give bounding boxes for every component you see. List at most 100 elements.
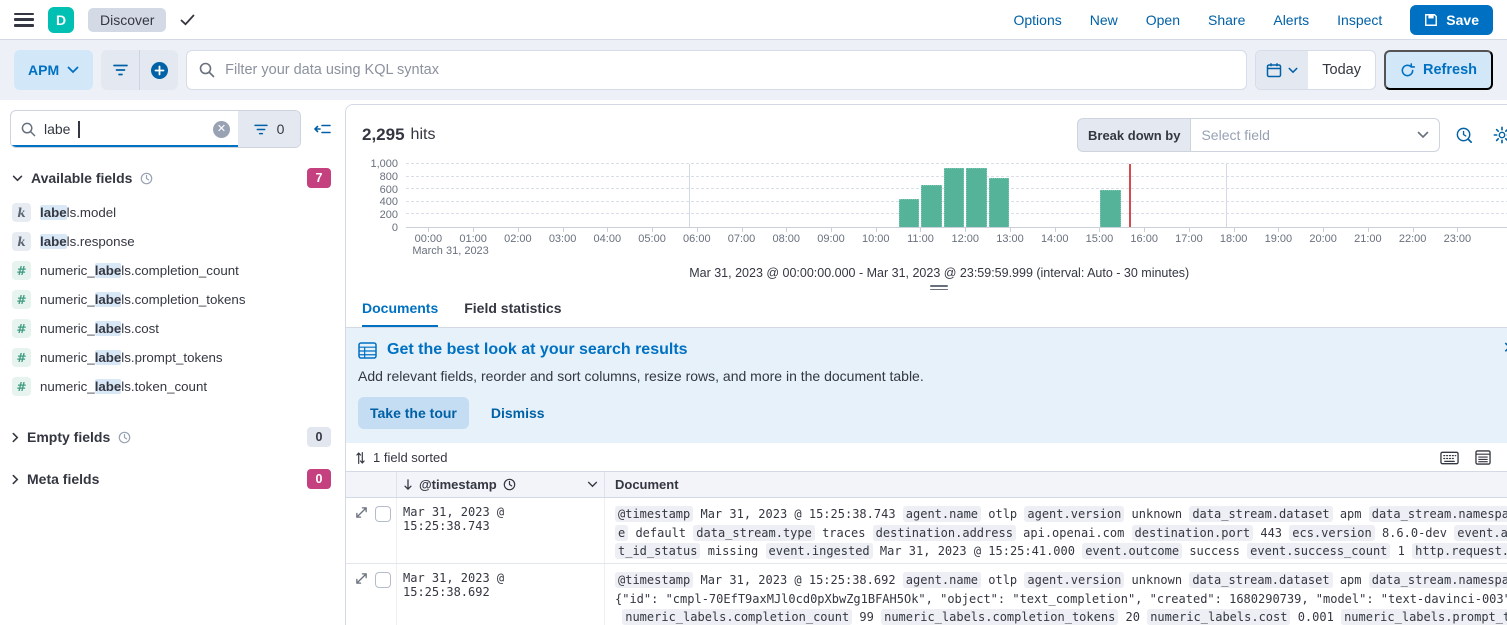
x-tick-label: 12:00 bbox=[951, 233, 979, 245]
clear-search-icon[interactable]: ✕ bbox=[213, 121, 230, 138]
keyword-field-icon: k bbox=[12, 203, 31, 222]
x-tick-label: 08:00 bbox=[773, 233, 801, 245]
field-name: labels.response bbox=[40, 234, 135, 249]
field-name: numeric_labels.prompt_tokens bbox=[40, 350, 223, 365]
nav-link-share[interactable]: Share bbox=[1208, 12, 1245, 28]
field-name: numeric_labels.completion_tokens bbox=[40, 292, 245, 307]
breakdown-placeholder: Select field bbox=[1201, 127, 1269, 143]
sort-fields-icon[interactable] bbox=[356, 451, 365, 465]
chart-options-icon[interactable] bbox=[1450, 121, 1478, 149]
histogram-bar[interactable] bbox=[899, 199, 919, 227]
tour-callout: Get the best look at your search results… bbox=[346, 328, 1507, 443]
chevron-right-icon bbox=[12, 474, 19, 485]
field-item[interactable]: k labels.model bbox=[10, 198, 335, 227]
take-tour-button[interactable]: Take the tour bbox=[358, 397, 469, 429]
menu-icon[interactable] bbox=[14, 13, 34, 27]
keyboard-icon[interactable] bbox=[1440, 451, 1459, 465]
nav-link-open[interactable]: Open bbox=[1146, 12, 1180, 28]
hits-label: hits bbox=[411, 126, 436, 144]
add-filter-button[interactable] bbox=[140, 50, 178, 90]
number-field-icon: # bbox=[12, 319, 31, 338]
meta-fields-label: Meta fields bbox=[27, 471, 99, 487]
clock-icon bbox=[118, 431, 131, 444]
sorted-fields-label[interactable]: 1 field sorted bbox=[373, 450, 447, 465]
search-icon bbox=[199, 62, 215, 78]
document-column-header[interactable]: Document bbox=[604, 472, 1507, 497]
expand-document-icon[interactable] bbox=[355, 506, 368, 519]
breakdown-select[interactable]: Select field bbox=[1190, 118, 1440, 152]
nav-link-alerts[interactable]: Alerts bbox=[1273, 12, 1309, 28]
table-row: Mar 31, 2023 @ 15:25:38.692@timestamp Ma… bbox=[346, 564, 1507, 625]
field-item[interactable]: #numeric_labels.completion_count bbox=[10, 256, 335, 285]
empty-fields-count-badge: 0 bbox=[307, 427, 331, 447]
table-header: @timestamp Document bbox=[346, 471, 1507, 498]
search-icon bbox=[21, 122, 36, 137]
chevron-down-icon bbox=[12, 175, 23, 182]
save-button[interactable]: Save bbox=[1410, 5, 1493, 35]
x-tick-label: 17:00 bbox=[1175, 233, 1203, 245]
expand-document-icon[interactable] bbox=[355, 572, 368, 585]
kql-placeholder: Filter your data using KQL syntax bbox=[225, 62, 439, 78]
data-view-picker[interactable]: APM bbox=[14, 50, 93, 90]
available-fields-header[interactable]: Available fields 7 bbox=[10, 168, 335, 188]
result-tabs: Documents Field statistics bbox=[346, 292, 1507, 328]
tab-field-statistics[interactable]: Field statistics bbox=[464, 292, 561, 327]
field-filter-count: 0 bbox=[277, 121, 285, 137]
histogram-bar[interactable] bbox=[966, 168, 986, 227]
field-item[interactable]: # numeric_labels.prompt_tokens bbox=[10, 343, 335, 372]
x-tick-label: 01:00 bbox=[459, 233, 487, 245]
chevron-down-icon bbox=[1288, 67, 1298, 74]
refresh-button[interactable]: Refresh bbox=[1384, 50, 1493, 90]
field-search-input[interactable]: labe ✕ bbox=[11, 111, 238, 147]
histogram-bar[interactable] bbox=[1100, 190, 1120, 227]
documents-table: @timestamp Document Mar 31, 2023 @ 15:25… bbox=[346, 471, 1507, 625]
chart-resize-handle[interactable] bbox=[930, 285, 948, 290]
nav-link-inspect[interactable]: Inspect bbox=[1337, 12, 1382, 28]
calendar-icon bbox=[1266, 62, 1282, 78]
x-tick-label: 15:00 bbox=[1086, 233, 1114, 245]
row-checkbox[interactable] bbox=[375, 572, 391, 588]
field-filter-button[interactable]: 0 bbox=[238, 111, 300, 147]
close-icon[interactable]: ✕ bbox=[1500, 340, 1507, 358]
x-tick-label: 09:00 bbox=[817, 233, 845, 245]
row-height-icon[interactable] bbox=[1475, 450, 1491, 465]
space-avatar[interactable]: D bbox=[48, 7, 74, 33]
timestamp-cell: Mar 31, 2023 @ 15:25:38.692 bbox=[396, 564, 604, 625]
dismiss-button[interactable]: Dismiss bbox=[491, 405, 545, 421]
histogram-bar[interactable] bbox=[944, 168, 964, 227]
empty-fields-label: Empty fields bbox=[27, 429, 110, 445]
document-cell: @timestamp Mar 31, 2023 @ 15:25:38.692 a… bbox=[604, 564, 1507, 625]
number-field-icon: # bbox=[12, 348, 31, 367]
filter-icon[interactable] bbox=[101, 50, 139, 90]
header-nav: Options New Open Share Alerts Inspect bbox=[1013, 12, 1382, 28]
histogram-bar[interactable] bbox=[921, 185, 941, 227]
histogram-bar[interactable] bbox=[989, 178, 1009, 227]
number-field-icon: # bbox=[12, 290, 31, 309]
collapse-sidebar-icon[interactable] bbox=[309, 116, 335, 142]
field-item[interactable]: #numeric_labels.token_count bbox=[10, 372, 335, 401]
nav-link-new[interactable]: New bbox=[1090, 12, 1118, 28]
kql-search-input[interactable]: Filter your data using KQL syntax bbox=[186, 50, 1247, 90]
plot-area bbox=[406, 164, 1507, 228]
table-icon bbox=[358, 342, 377, 359]
histogram-chart[interactable]: 1,0008006004002000 00:0001:0002:0003:000… bbox=[362, 164, 1507, 258]
x-tick-label: 21:00 bbox=[1354, 233, 1382, 245]
field-item[interactable]: # numeric_labels.completion_tokens bbox=[10, 285, 335, 314]
breadcrumb[interactable]: Discover bbox=[88, 8, 166, 32]
sort-desc-icon bbox=[403, 479, 413, 491]
timestamp-column-header[interactable]: @timestamp bbox=[396, 472, 604, 497]
empty-fields-header[interactable]: Empty fields 0 bbox=[10, 427, 335, 447]
meta-fields-header[interactable]: Meta fields 0 bbox=[10, 469, 335, 489]
date-range-label[interactable]: Today bbox=[1308, 62, 1375, 78]
nav-link-options[interactable]: Options bbox=[1013, 12, 1061, 28]
tab-documents[interactable]: Documents bbox=[362, 292, 438, 327]
date-quick-select[interactable] bbox=[1256, 51, 1308, 89]
row-checkbox[interactable] bbox=[375, 506, 391, 522]
x-tick-label: 18:00 bbox=[1220, 233, 1248, 245]
fields-sidebar: labe ✕ 0 Available fields 7 k labels.mode… bbox=[0, 100, 345, 625]
field-item[interactable]: klabels.response bbox=[10, 227, 335, 256]
gear-icon[interactable] bbox=[1488, 121, 1507, 149]
field-name: labels.model bbox=[40, 205, 116, 220]
y-tick-label: 800 bbox=[380, 171, 398, 183]
field-item[interactable]: #numeric_labels.cost bbox=[10, 314, 335, 343]
